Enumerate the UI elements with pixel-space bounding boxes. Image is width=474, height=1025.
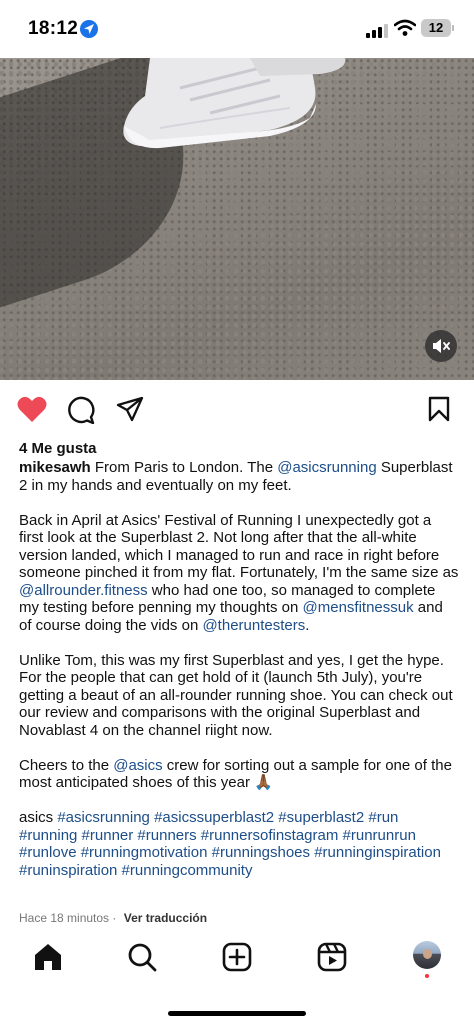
home-indicator <box>168 1011 306 1016</box>
like-count[interactable]: 4 Me gusta <box>19 440 97 457</box>
mention-link[interactable]: @allrounder.fitness <box>19 582 148 599</box>
avatar-face <box>423 949 432 959</box>
caption-paragraph: Back in April at Asics' Festival of Runn… <box>19 512 459 635</box>
cellular-signal-icon <box>366 22 390 38</box>
meta-separator: · <box>112 911 117 925</box>
search-icon[interactable] <box>127 942 157 972</box>
location-icon <box>80 20 98 38</box>
reels-icon[interactable] <box>317 942 347 972</box>
caption-paragraph: Unlike Tom, this was my first Superblast… <box>19 652 459 740</box>
hashtag-links[interactable]: #asicsrunning #asicssuperblast2 #superbl… <box>19 809 441 879</box>
heart-filled-icon[interactable] <box>17 396 47 423</box>
post-username[interactable]: mikesawh <box>19 459 91 476</box>
home-icon[interactable] <box>33 942 63 972</box>
create-icon[interactable] <box>222 942 252 972</box>
post-media[interactable] <box>0 58 474 380</box>
status-bar: 18:12 12 <box>0 0 474 58</box>
bottom-navigation <box>0 932 474 992</box>
mention-link[interactable]: @asics <box>113 757 162 774</box>
battery-level: 12 <box>428 20 444 35</box>
caption-paragraph: mikesawh From Paris to London. The @asic… <box>19 459 459 494</box>
mention-link[interactable]: @theruntesters <box>202 617 305 634</box>
mention-link[interactable]: @asicsrunning <box>277 459 376 476</box>
post-caption: mikesawh From Paris to London. The @asic… <box>19 459 459 897</box>
battery-icon: 12 <box>421 19 451 37</box>
mute-button[interactable] <box>425 330 457 362</box>
caption-paragraph: Cheers to the @asics crew for sorting ou… <box>19 757 459 792</box>
status-time: 18:12 <box>28 18 79 39</box>
caption-text: Back in April at Asics' Festival of Runn… <box>19 511 459 582</box>
caption-body: mikesawh From Paris to London. The @asic… <box>19 459 459 879</box>
caption-paragraph: asics #asicsrunning #asicssuperblast2 #s… <box>19 809 459 879</box>
post-meta: Hace 18 minutos · Ver traducción <box>19 911 207 925</box>
mention-link[interactable]: @mensfitnessuk <box>303 599 414 616</box>
wifi-icon <box>394 19 416 36</box>
post-action-bar <box>0 380 474 436</box>
bookmark-icon[interactable] <box>428 396 450 422</box>
speaker-muted-icon <box>433 339 450 353</box>
caption-text: Cheers to the <box>19 756 114 774</box>
caption-text: . <box>305 616 310 634</box>
share-icon[interactable] <box>116 396 144 422</box>
notification-dot <box>425 974 429 978</box>
translate-link[interactable]: Ver traducción <box>124 911 207 925</box>
profile-avatar[interactable] <box>413 941 441 969</box>
post-time-ago: Hace 18 minutos <box>19 911 110 925</box>
battery-tip <box>452 25 454 31</box>
shoe-back-image <box>250 58 346 76</box>
caption-text: Unlike Tom, this was my first Superblast… <box>19 651 453 739</box>
caption-text: From Paris to London. The <box>94 459 278 476</box>
comment-icon[interactable] <box>67 396 95 424</box>
caption-text: asics <box>19 809 58 826</box>
